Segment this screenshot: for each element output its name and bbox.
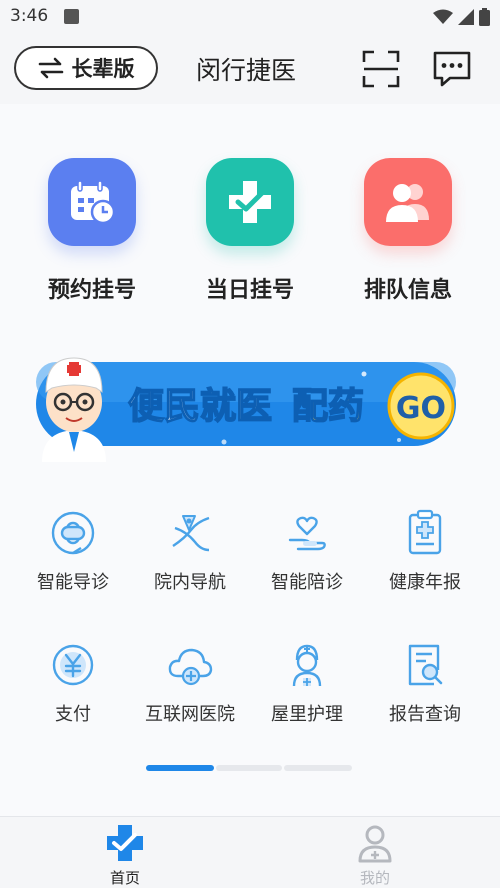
pager-indicator bbox=[284, 765, 352, 771]
queue-info-label: 排队信息 bbox=[363, 278, 452, 303]
tab-mine-label: 我的 bbox=[359, 869, 390, 887]
appointment-label: 预约挂号 bbox=[47, 278, 136, 303]
service-label: 报告查询 bbox=[389, 704, 461, 725]
notification-icon bbox=[64, 9, 79, 24]
cell-signal-icon bbox=[458, 9, 474, 25]
elder-mode-button[interactable]: 长辈版 bbox=[14, 46, 158, 90]
status-time: 3:46 bbox=[10, 6, 49, 26]
service-label: 智能导诊 bbox=[37, 572, 109, 593]
calendar-clock-icon bbox=[48, 158, 136, 246]
promo-banner[interactable]: 便民就医 配药 GO bbox=[34, 352, 466, 462]
scan-icon[interactable] bbox=[362, 50, 400, 88]
service-label: 健康年报 bbox=[389, 572, 461, 593]
banner-text-accent: 配药 bbox=[292, 386, 364, 427]
service-payment[interactable]: 支付 bbox=[14, 640, 132, 740]
message-icon[interactable] bbox=[432, 50, 472, 88]
app-header: 长辈版 闵行捷医 bbox=[0, 34, 500, 104]
service-label: 支付 bbox=[55, 704, 91, 725]
user-icon bbox=[358, 825, 392, 863]
service-smart-escort[interactable]: 智能陪诊 bbox=[248, 508, 366, 608]
pager-indicator-active bbox=[146, 765, 214, 771]
people-icon bbox=[364, 158, 452, 246]
cloud-plus-icon bbox=[168, 648, 213, 686]
banner-go: GO bbox=[396, 391, 446, 426]
service-home-care[interactable]: 屋里护理 bbox=[248, 640, 366, 740]
tab-home-label: 首页 bbox=[109, 869, 140, 887]
banner-text-main: 便民就医 bbox=[128, 386, 272, 427]
service-label: 互联网医院 bbox=[145, 704, 235, 725]
service-internet-hospital[interactable]: 互联网医院 bbox=[131, 640, 249, 740]
service-report-query[interactable]: 报告查询 bbox=[366, 640, 484, 740]
app-title: 闵行捷医 bbox=[196, 56, 297, 85]
same-day-register-button[interactable]: 当日挂号 bbox=[190, 158, 310, 318]
pager-indicator bbox=[216, 765, 282, 771]
tab-mine[interactable]: 我的 bbox=[250, 817, 500, 888]
swap-icon bbox=[38, 57, 63, 79]
service-label: 屋里护理 bbox=[271, 704, 343, 725]
wifi-icon bbox=[433, 9, 453, 24]
home-content: 预约挂号 当日挂号 排队信息 便民就医 配药 GO 智能导诊 院内导航 智能陪诊… bbox=[0, 104, 500, 816]
nurse-icon bbox=[292, 644, 322, 687]
service-smart-guide[interactable]: 智能导诊 bbox=[14, 508, 132, 608]
cross-check-icon bbox=[206, 158, 294, 246]
heart-hand-icon bbox=[288, 516, 326, 551]
report-search-icon bbox=[408, 644, 443, 686]
service-health-report[interactable]: 健康年报 bbox=[366, 508, 484, 608]
tab-bar: 首页 我的 bbox=[0, 816, 500, 888]
same-day-register-label: 当日挂号 bbox=[205, 278, 294, 303]
elder-mode-label: 长辈版 bbox=[71, 57, 135, 81]
home-cross-icon bbox=[107, 825, 143, 861]
service-label: 院内导航 bbox=[154, 572, 226, 593]
health-report-icon bbox=[408, 509, 442, 555]
navigation-icon bbox=[172, 515, 210, 552]
doctor-illustration bbox=[42, 357, 106, 462]
appointment-button[interactable]: 预约挂号 bbox=[32, 158, 152, 318]
yuan-icon bbox=[52, 644, 94, 686]
tab-home[interactable]: 首页 bbox=[0, 817, 250, 888]
smart-guide-icon bbox=[51, 511, 95, 555]
home-card: 预约挂号 当日挂号 排队信息 便民就医 配药 GO 智能导诊 院内导航 智能陪诊… bbox=[0, 104, 500, 816]
queue-info-button[interactable]: 排队信息 bbox=[348, 158, 468, 318]
service-navigation[interactable]: 院内导航 bbox=[131, 508, 249, 608]
status-bar: 3:46 bbox=[0, 0, 500, 34]
battery-icon bbox=[479, 8, 490, 26]
service-label: 智能陪诊 bbox=[271, 572, 343, 593]
